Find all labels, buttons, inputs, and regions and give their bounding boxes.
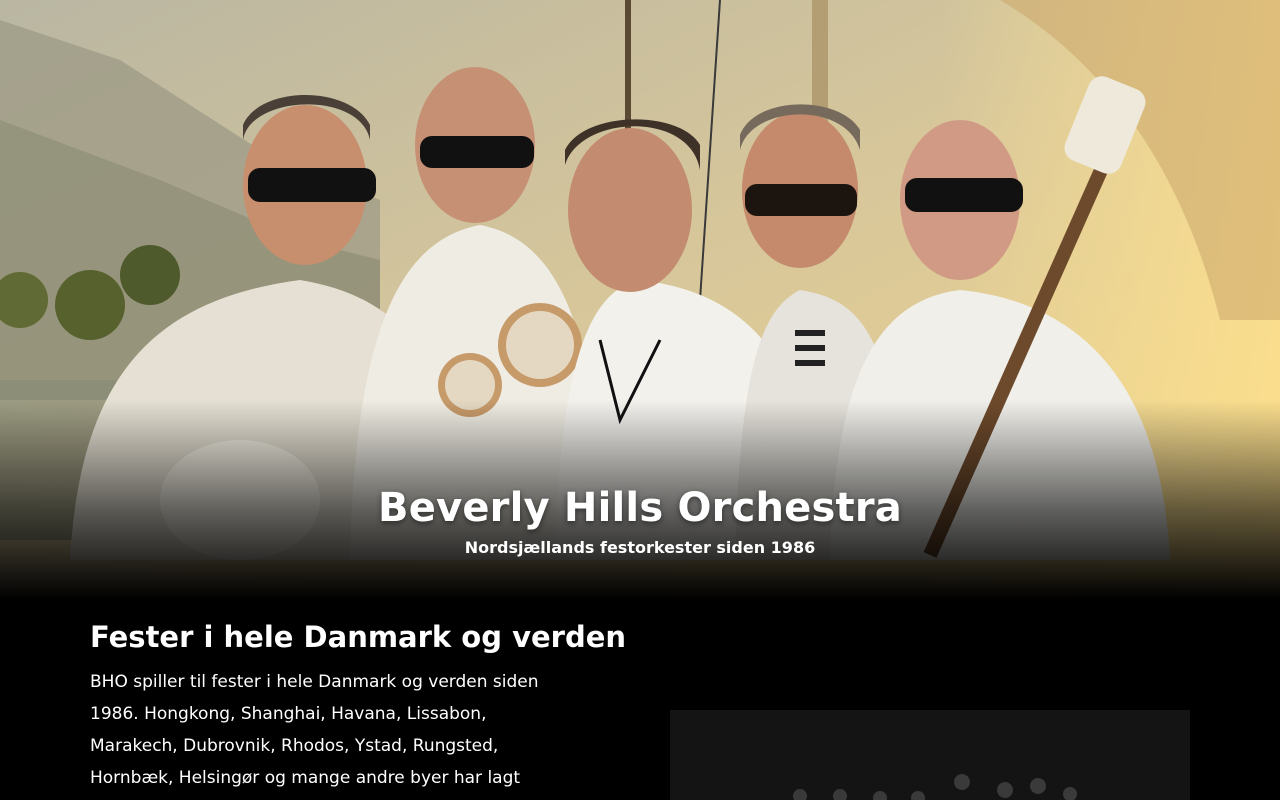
section-heading: Fester i hele Danmark og verden	[90, 620, 627, 654]
section-body-text: BHO spiller til fester i hele Danmark og…	[90, 672, 539, 788]
band-group-photo	[670, 710, 1190, 800]
hero-title: Beverly Hills Orchestra	[378, 484, 902, 531]
hero-section: Beverly Hills Orchestra Nordsjællands fe…	[0, 0, 1280, 600]
hero-subtitle: Nordsjællands festorkester siden 1986	[464, 538, 816, 557]
